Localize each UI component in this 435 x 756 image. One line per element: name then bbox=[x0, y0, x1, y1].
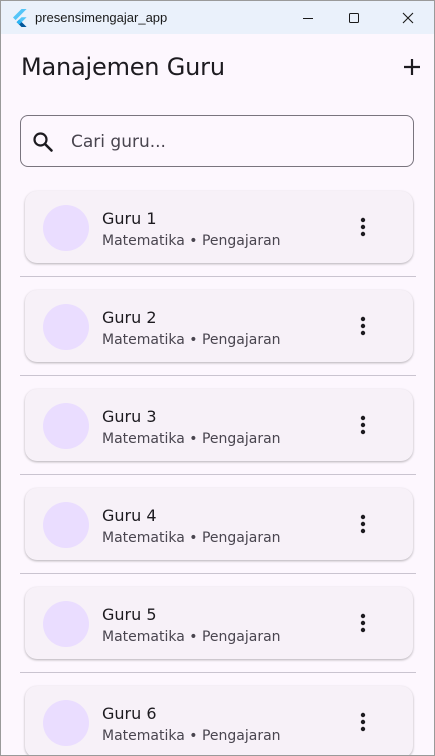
divider bbox=[20, 375, 416, 376]
divider bbox=[20, 276, 416, 277]
teacher-card[interactable]: Guru 3 Matematika • Pengajaran bbox=[25, 389, 413, 461]
teacher-name: Guru 1 bbox=[102, 209, 157, 228]
teacher-name: Guru 6 bbox=[102, 704, 157, 723]
teacher-card[interactable]: Guru 5 Matematika • Pengajaran bbox=[25, 587, 413, 659]
search-input[interactable] bbox=[69, 128, 403, 156]
maximize-button[interactable] bbox=[331, 1, 377, 34]
list-item: Guru 2 Matematika • Pengajaran bbox=[1, 290, 434, 389]
teacher-subtitle: Matematika • Pengajaran bbox=[102, 629, 281, 645]
more-options-button[interactable] bbox=[351, 510, 375, 538]
list-item: Guru 3 Matematika • Pengajaran bbox=[1, 389, 434, 488]
more-options-button[interactable] bbox=[351, 411, 375, 439]
divider bbox=[20, 573, 416, 574]
teacher-card[interactable]: Guru 4 Matematika • Pengajaran bbox=[25, 488, 413, 560]
more-vert-icon bbox=[360, 613, 366, 633]
more-vert-icon bbox=[360, 217, 366, 237]
avatar bbox=[43, 700, 89, 746]
divider bbox=[20, 672, 416, 673]
teacher-card[interactable]: Guru 6 Matematika • Pengajaran bbox=[25, 686, 413, 755]
teacher-name: Guru 3 bbox=[102, 407, 157, 426]
teacher-card[interactable]: Guru 1 Matematika • Pengajaran bbox=[25, 191, 413, 263]
avatar bbox=[43, 601, 89, 647]
avatar bbox=[43, 403, 89, 449]
more-options-button[interactable] bbox=[351, 312, 375, 340]
teacher-subtitle: Matematika • Pengajaran bbox=[102, 728, 281, 744]
list-item: Guru 6 Matematika • Pengajaran bbox=[1, 686, 434, 755]
list-item: Guru 4 Matematika • Pengajaran bbox=[1, 488, 434, 587]
more-vert-icon bbox=[360, 316, 366, 336]
avatar bbox=[43, 205, 89, 251]
teacher-name: Guru 5 bbox=[102, 605, 157, 624]
teacher-subtitle: Matematika • Pengajaran bbox=[102, 332, 281, 348]
more-vert-icon bbox=[360, 415, 366, 435]
more-vert-icon bbox=[360, 514, 366, 534]
app-window: presensimengajar_app Manajemen Guru Guru… bbox=[0, 0, 435, 756]
avatar bbox=[43, 304, 89, 350]
window-title: presensimengajar_app bbox=[35, 10, 168, 25]
more-options-button[interactable] bbox=[351, 609, 375, 637]
close-button[interactable] bbox=[385, 1, 431, 34]
teacher-subtitle: Matematika • Pengajaran bbox=[102, 431, 281, 447]
add-teacher-button[interactable] bbox=[398, 53, 426, 81]
maximize-icon bbox=[349, 12, 359, 23]
teacher-card[interactable]: Guru 2 Matematika • Pengajaran bbox=[25, 290, 413, 362]
teacher-name: Guru 4 bbox=[102, 506, 157, 525]
teacher-name: Guru 2 bbox=[102, 308, 157, 327]
teacher-subtitle: Matematika • Pengajaran bbox=[102, 530, 281, 546]
close-icon bbox=[402, 12, 414, 23]
list-item: Guru 1 Matematika • Pengajaran bbox=[1, 191, 434, 290]
divider bbox=[20, 474, 416, 475]
more-options-button[interactable] bbox=[351, 213, 375, 241]
search-icon bbox=[33, 132, 53, 152]
flutter-logo-icon bbox=[13, 9, 27, 27]
add-icon bbox=[404, 59, 420, 75]
teacher-subtitle: Matematika • Pengajaran bbox=[102, 233, 281, 249]
minimize-icon bbox=[303, 17, 313, 19]
search-field[interactable] bbox=[20, 115, 414, 167]
title-bar: presensimengajar_app bbox=[1, 1, 434, 34]
more-vert-icon bbox=[360, 712, 366, 732]
avatar bbox=[43, 502, 89, 548]
page-title: Manajemen Guru bbox=[21, 53, 225, 81]
list-item: Guru 5 Matematika • Pengajaran bbox=[1, 587, 434, 686]
more-options-button[interactable] bbox=[351, 708, 375, 736]
minimize-button[interactable] bbox=[285, 1, 331, 34]
